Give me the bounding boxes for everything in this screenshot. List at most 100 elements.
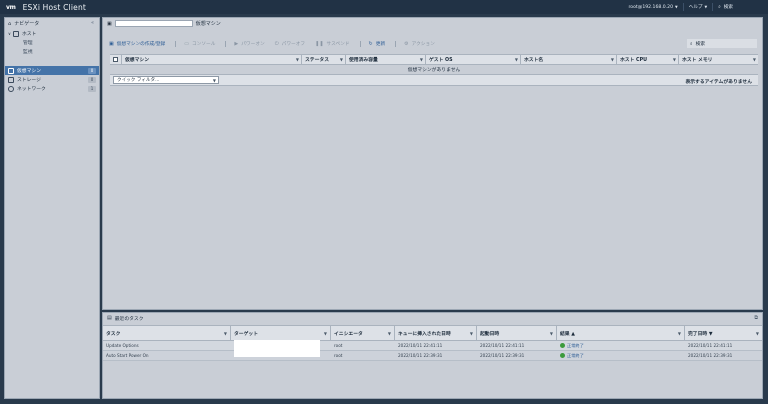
column-header-label: ホスト メモリ bbox=[682, 58, 713, 63]
power-on-label: パワーオン bbox=[241, 41, 265, 47]
collapse-icon[interactable]: « bbox=[91, 20, 94, 26]
column-header-label: ホスト CPU bbox=[620, 58, 647, 63]
navigator-panel: ⌂ ナビゲータ « ∨ ホスト 管理 監視 仮想マシン 0 ストレージ 0 ネッ… bbox=[4, 17, 100, 399]
refresh-icon: ↻ bbox=[368, 40, 373, 47]
column-header-guest-os[interactable]: ゲスト OS ▼ bbox=[426, 55, 521, 64]
chevron-down-icon[interactable]: ▼ bbox=[324, 331, 327, 336]
column-header-completed[interactable]: 完了日時 ▼ ▼ bbox=[685, 326, 762, 340]
toolbar-divider bbox=[175, 40, 177, 47]
power-off-button[interactable]: ⏻ パワーオフ bbox=[275, 41, 305, 47]
top-search-label: 検索 bbox=[723, 5, 733, 10]
sidebar-item-vms[interactable]: 仮想マシン 0 bbox=[5, 66, 99, 75]
search-icon: ⌕ bbox=[718, 5, 721, 10]
chevron-down-icon[interactable]: ▼ bbox=[678, 331, 681, 336]
sidebar-item-host[interactable]: ∨ ホスト bbox=[5, 29, 99, 38]
column-header-label: タスク bbox=[106, 331, 121, 337]
column-header-host-memory[interactable]: ホスト メモリ ▼ bbox=[679, 55, 758, 64]
select-all-checkbox[interactable] bbox=[110, 55, 122, 64]
column-header-label: キューに挿入された日時 bbox=[398, 331, 451, 337]
main-panel: ▣ 仮想マシン ▣ 仮想マシンの作成/登録 ▭ コンソール ▶ パワーオン ⏻ … bbox=[102, 17, 763, 310]
chevron-down-icon[interactable]: ▼ bbox=[550, 331, 553, 336]
column-header-label: 仮想マシン bbox=[125, 58, 149, 63]
column-header-queued[interactable]: キューに挿入された日時 ▼ bbox=[395, 326, 477, 340]
top-right-menu: root@192.168.0.20 ▼ ヘルプ ▼ ⌕ 検索 bbox=[624, 0, 738, 14]
pause-icon: ❚❚ bbox=[315, 40, 324, 47]
column-header-label: ホスト名 bbox=[524, 58, 544, 63]
toolbar-divider bbox=[359, 40, 361, 47]
task-result: 正常終了 bbox=[557, 351, 685, 360]
actions-button[interactable]: ⚙ アクション bbox=[404, 41, 435, 47]
column-header-host-name[interactable]: ホスト名 ▼ bbox=[521, 55, 617, 64]
power-on-button[interactable]: ▶ パワーオン bbox=[234, 41, 264, 47]
chevron-down-icon[interactable]: ▼ bbox=[673, 57, 676, 62]
recent-tasks-panel: ▤ 最近のタスク ⧉ タスク ▼ ターゲット ▼ イニシエータ ▼ キューに挿入された… bbox=[102, 312, 763, 399]
tasks-grid-body: Update Options root 2022/10/11 22:41:11 … bbox=[103, 340, 762, 361]
help-menu-label: ヘルプ bbox=[688, 5, 703, 10]
toolbar-divider bbox=[225, 40, 227, 47]
column-header-label: 使用済み容量 bbox=[349, 58, 378, 63]
sidebar-item-label: 仮想マシン bbox=[17, 69, 41, 74]
chevron-down-icon[interactable]: ▼ bbox=[388, 331, 391, 336]
column-header-label: 起動日時 bbox=[480, 331, 500, 337]
console-label: コンソール bbox=[191, 41, 216, 47]
help-menu[interactable]: ヘルプ ▼ bbox=[682, 3, 713, 11]
breadcrumb-search-input[interactable] bbox=[114, 20, 193, 27]
refresh-button[interactable]: ↻ 更新 bbox=[369, 41, 386, 47]
chevron-down-icon[interactable]: ▼ bbox=[420, 57, 423, 62]
table-row[interactable]: Auto Start Power On root 2022/10/11 22:3… bbox=[103, 351, 762, 361]
column-header-result[interactable]: 結果 ▲ ▼ bbox=[557, 326, 685, 340]
expand-icon[interactable]: ⧉ bbox=[754, 315, 758, 321]
column-header-vm[interactable]: 仮想マシン ▼ bbox=[122, 55, 302, 64]
quick-filter-select[interactable]: クイック フィルタ... ▼ bbox=[113, 76, 219, 84]
refresh-label: 更新 bbox=[375, 41, 386, 47]
host-icon bbox=[12, 30, 19, 37]
grid-search-input[interactable]: ⌕ 検索 bbox=[687, 39, 757, 48]
sidebar-item-label: ネットワーク bbox=[17, 87, 46, 92]
vm-icon bbox=[8, 67, 14, 74]
create-vm-button[interactable]: ▣ 仮想マシンの作成/登録 bbox=[109, 41, 165, 47]
chevron-down-icon[interactable]: ▼ bbox=[224, 331, 227, 336]
column-header-label: イニシエータ bbox=[334, 331, 363, 337]
task-completed-time: 2022/10/11 22:39:31 bbox=[688, 353, 733, 358]
top-search[interactable]: ⌕ 検索 bbox=[712, 3, 738, 11]
chevron-down-icon[interactable]: ▼ bbox=[470, 331, 473, 336]
chevron-down-icon[interactable]: ▼ bbox=[296, 57, 299, 62]
column-header-task[interactable]: タスク ▼ bbox=[103, 326, 231, 340]
task-initiator: root bbox=[334, 353, 343, 358]
toolbar: ▣ 仮想マシンの作成/登録 ▭ コンソール ▶ パワーオン ⏻ パワーオフ ❚❚… bbox=[109, 39, 757, 48]
sidebar-item-monitor[interactable]: 監視 bbox=[5, 47, 99, 56]
grid-search-placeholder: 検索 bbox=[695, 41, 706, 47]
vm-icon: ▣ bbox=[107, 20, 112, 27]
sidebar-item-label: ホスト bbox=[21, 32, 37, 37]
top-bar: vm ESXi Host Client root@192.168.0.20 ▼ … bbox=[0, 0, 768, 14]
chevron-down-icon[interactable]: ▼ bbox=[515, 57, 518, 62]
column-header-target[interactable]: ターゲット ▼ bbox=[231, 326, 331, 340]
column-header-status[interactable]: ステータス ▼ bbox=[302, 55, 346, 64]
column-header-host-cpu[interactable]: ホスト CPU ▼ bbox=[617, 55, 679, 64]
column-header-initiator[interactable]: イニシエータ ▼ bbox=[331, 326, 395, 340]
chevron-down-icon[interactable]: ▼ bbox=[611, 57, 614, 62]
task-queued-time: 2022/10/11 22:41:11 bbox=[398, 343, 443, 348]
count-badge: 1 bbox=[88, 85, 96, 92]
column-header-started[interactable]: 起動日時 ▼ bbox=[477, 326, 557, 340]
column-header-used-space[interactable]: 使用済み容量 ▼ bbox=[346, 55, 426, 64]
chevron-down-icon[interactable]: ▼ bbox=[753, 57, 756, 62]
suspend-button[interactable]: ❚❚ サスペンド bbox=[315, 41, 349, 47]
sidebar-item-network[interactable]: ネットワーク 1 bbox=[5, 84, 99, 93]
console-button[interactable]: ▭ コンソール bbox=[184, 41, 215, 47]
user-menu-label: root@192.168.0.20 bbox=[628, 4, 674, 10]
user-menu[interactable]: root@192.168.0.20 ▼ bbox=[624, 3, 683, 11]
quick-filter-value: クイック フィルタ... bbox=[117, 78, 160, 83]
create-vm-icon: ▣ bbox=[109, 40, 114, 47]
table-row[interactable]: Update Options root 2022/10/11 22:41:11 … bbox=[103, 340, 762, 357]
chevron-down-icon: ▼ bbox=[704, 5, 708, 9]
navigator-icon: ⌂ bbox=[8, 20, 12, 27]
expand-icon[interactable]: ∨ bbox=[8, 31, 11, 36]
chevron-down-icon[interactable]: ▼ bbox=[756, 331, 759, 336]
sidebar-item-manage[interactable]: 管理 bbox=[5, 38, 99, 47]
task-start-time: 2022/10/11 22:41:11 bbox=[480, 343, 525, 348]
column-header-label: ステータス bbox=[305, 58, 329, 63]
sidebar-item-storage[interactable]: ストレージ 0 bbox=[5, 75, 99, 84]
task-result: 正常終了 bbox=[557, 341, 685, 350]
chevron-down-icon[interactable]: ▼ bbox=[340, 57, 343, 62]
